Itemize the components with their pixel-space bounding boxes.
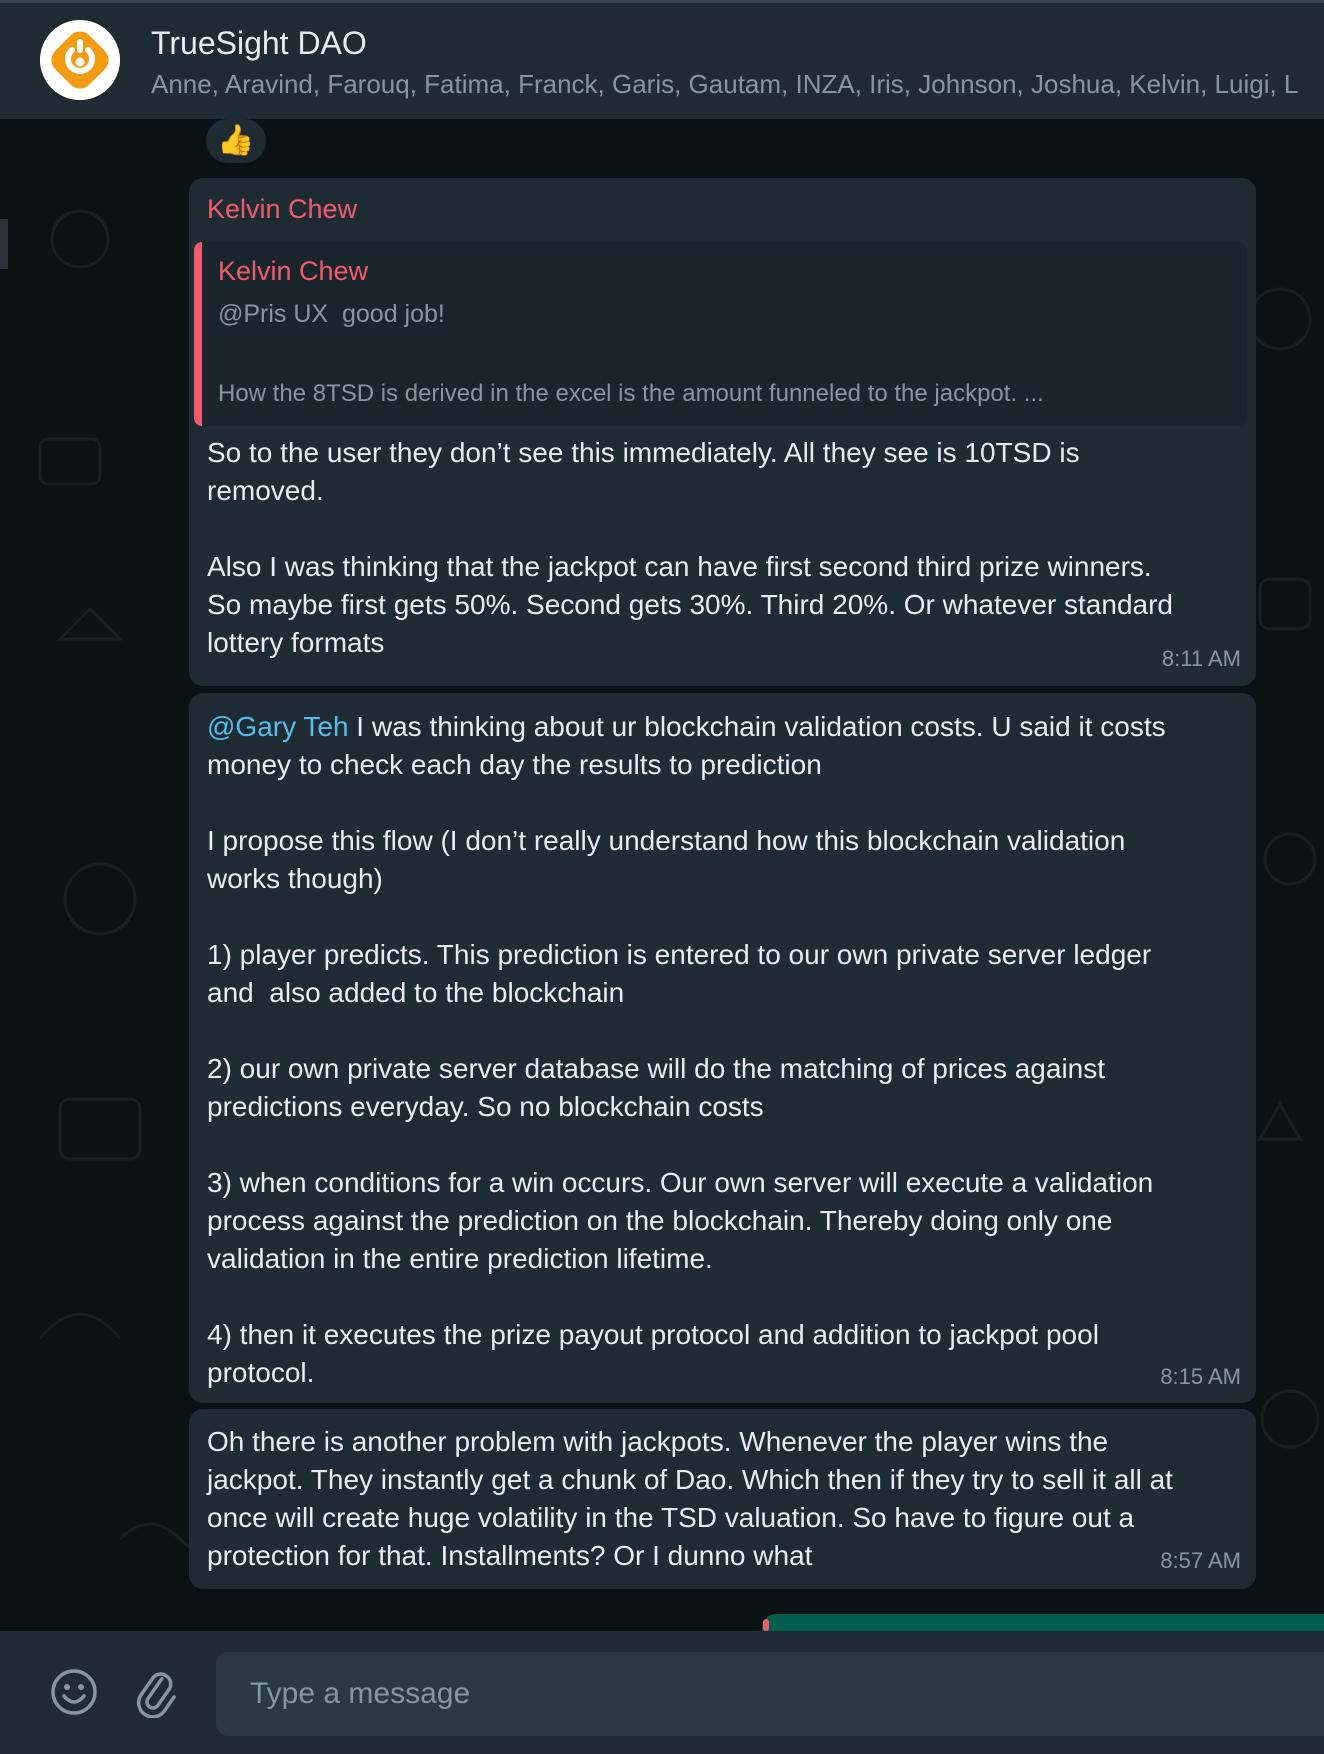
message-sender[interactable]: Kelvin Chew [207, 194, 357, 225]
quoted-text: How the 8TSD is derived in the excel is … [218, 380, 1044, 407]
message-timestamp: 8:11 AM [1161, 646, 1241, 671]
smiley-icon[interactable] [48, 1666, 100, 1718]
message-body: I was thinking about ur blockchain valid… [207, 711, 1166, 1388]
chat-header[interactable]: TrueSight DAO Anne, Aravind, Farouq, Fat… [0, 3, 1324, 119]
truesight-logo-icon [40, 20, 120, 100]
quoted-text: @Pris UX good job! [218, 300, 445, 328]
message-text: Oh there is another problem with jackpot… [207, 1426, 1173, 1571]
group-avatar[interactable] [40, 20, 120, 100]
chat-window: TrueSight DAO Anne, Aravind, Farouq, Fat… [0, 0, 1324, 1754]
message-bubble[interactable]: @Gary Teh I was thinking about ur blockc… [189, 693, 1256, 1403]
message-composer [0, 1631, 1324, 1754]
reaction-badge[interactable]: 👍 [206, 119, 266, 163]
message-input[interactable] [216, 1652, 1324, 1736]
message-bubble[interactable]: Oh there is another problem with jackpot… [189, 1409, 1256, 1589]
message-list[interactable]: 👍 Kelvin Chew Kelvin Chew @Pris UX good … [0, 119, 1324, 1631]
paperclip-icon[interactable] [130, 1666, 182, 1719]
quoted-sender: Kelvin Chew [218, 256, 369, 286]
user-mention[interactable]: @Gary Teh [207, 711, 349, 742]
quoted-message[interactable]: Kelvin Chew @Pris UX good job! How the 8… [194, 242, 1246, 426]
thumbs-up-icon: 👍 [217, 124, 255, 157]
message-text: So to the user they don’t see this immed… [207, 437, 1173, 658]
group-members-list: Anne, Aravind, Farouq, Fatima, Franck, G… [151, 69, 1299, 99]
outgoing-message-bubble[interactable] [762, 1614, 1324, 1631]
message-bubble[interactable]: Kelvin Chew Kelvin Chew @Pris UX good jo… [189, 178, 1256, 686]
message-timestamp: 8:57 AM [1160, 1548, 1241, 1573]
group-name[interactable]: TrueSight DAO [151, 25, 367, 62]
panel-resize-handle[interactable] [0, 219, 8, 269]
message-text: @Gary Teh I was thinking about ur blockc… [207, 708, 1226, 1392]
message-timestamp: 8:15 AM [1160, 1364, 1241, 1389]
outgoing-quote-accent [763, 1619, 769, 1631]
message-input-container[interactable] [216, 1652, 1324, 1736]
quote-accent-bar [194, 242, 202, 426]
